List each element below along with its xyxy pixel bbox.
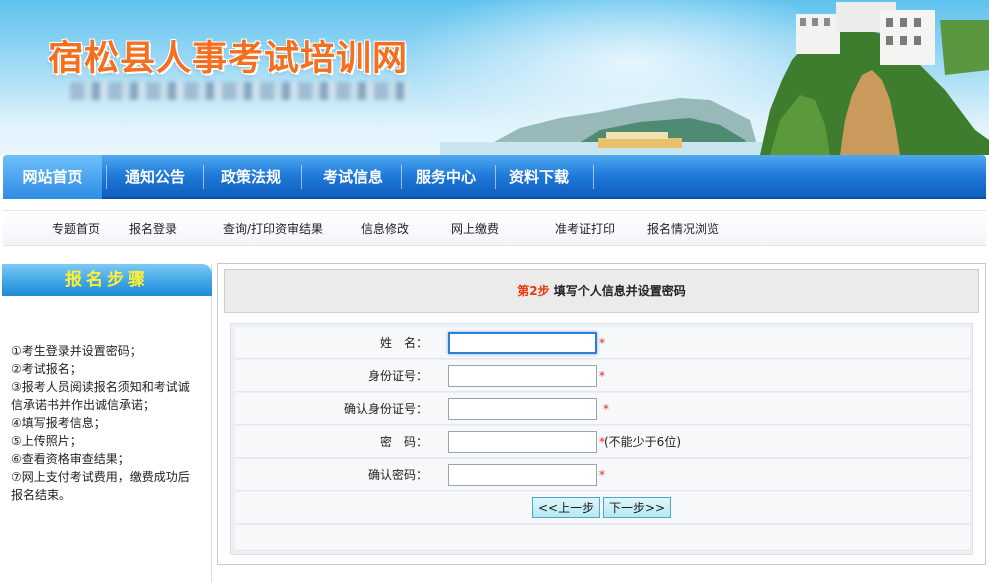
site-banner: 宿松县人事考试培训网 xyxy=(0,0,989,155)
sub-navigation-bar: 专题首页 报名登录 查询/打印资审结果 信息修改 网上缴费 准考证打印 报名情况… xyxy=(3,210,986,246)
name-input[interactable] xyxy=(448,332,597,354)
sub-nav-edit-info[interactable]: 信息修改 xyxy=(361,211,409,247)
sub-nav-query-print-results[interactable]: 查询/打印资审结果 xyxy=(223,211,323,247)
sub-nav-topic-home[interactable]: 专题首页 xyxy=(52,211,100,247)
main-navigation-bar: 网站首页 通知公告 政策法规 考试信息 服务中心 资料下载 xyxy=(3,155,986,199)
form-row-confirm-id-number: 确认身份证号： * xyxy=(235,393,970,425)
step-line: ⑦网上支付考试费用，缴费成功后 xyxy=(11,470,190,484)
required-mark: * xyxy=(599,336,605,350)
form-row-name: 姓 名： * xyxy=(235,327,970,359)
id-number-input[interactable] xyxy=(448,365,597,387)
form-table: 姓 名： * 身份证号： * 确认身份证号： * 密 码： * (不能少于6位)… xyxy=(230,323,973,555)
required-mark: * xyxy=(599,369,605,383)
step-line: ①考生登录并设置密码； xyxy=(11,344,142,358)
step-line: ③报考人员阅读报名须知和考试诚 xyxy=(11,380,190,394)
name-label: 姓 名： xyxy=(379,336,428,350)
nav-item-policies[interactable]: 政策法规 xyxy=(207,155,295,199)
step-line: ⑤上传照片； xyxy=(11,434,82,448)
confirm-id-number-input[interactable] xyxy=(448,398,597,420)
registration-steps-panel: 报名步骤 ①考生登录并设置密码； ②考试报名； ③报考人员阅读报名须知和考试诚 … xyxy=(2,264,212,582)
step-line: 报名结束。 xyxy=(11,488,72,502)
nav-item-home[interactable]: 网站首页 xyxy=(3,155,102,199)
registration-form-panel: 第2步 填写个人信息并设置密码 姓 名： * 身份证号： * 确认身份证号： *… xyxy=(217,263,986,565)
form-step-header: 第2步 填写个人信息并设置密码 xyxy=(224,269,979,313)
nav-separator xyxy=(203,165,204,189)
nav-separator xyxy=(301,165,302,189)
nav-separator xyxy=(593,165,594,189)
step-line: 信承诺书并作出诚信承诺； xyxy=(11,398,156,412)
nav-separator xyxy=(106,165,107,189)
step-number: 第2步 xyxy=(517,284,550,298)
sub-nav-online-payment[interactable]: 网上缴费 xyxy=(451,211,499,247)
sub-nav-admission-ticket-print[interactable]: 准考证打印 xyxy=(555,211,615,247)
next-step-button[interactable]: 下一步>> xyxy=(603,497,672,518)
form-row-confirm-password: 确认密码： * xyxy=(235,459,970,491)
step-line: ⑥查看资格审查结果； xyxy=(11,452,130,466)
confirm-password-input[interactable] xyxy=(448,464,597,486)
form-row-id-number: 身份证号： * xyxy=(235,360,970,392)
sub-nav-registration-status[interactable]: 报名情况浏览 xyxy=(647,211,719,247)
confirm-password-label: 确认密码： xyxy=(367,468,428,482)
site-title: 宿松县人事考试培训网 xyxy=(48,38,409,79)
step-line: ④填写报考信息； xyxy=(11,416,106,430)
form-row-empty xyxy=(235,525,970,551)
step-line: ②考试报名； xyxy=(11,362,82,376)
nav-item-exam-info[interactable]: 考试信息 xyxy=(309,155,397,199)
id-number-label: 身份证号： xyxy=(367,369,428,383)
nav-item-downloads[interactable]: 资料下载 xyxy=(495,155,583,199)
required-mark: * xyxy=(599,468,605,482)
nav-item-service-center[interactable]: 服务中心 xyxy=(402,155,490,199)
password-input[interactable] xyxy=(448,431,597,453)
blurred-subtitle-graphic xyxy=(70,82,410,100)
form-row-password: 密 码： * (不能少于6位) xyxy=(235,426,970,458)
sub-nav-registration-login[interactable]: 报名登录 xyxy=(129,211,177,247)
password-length-hint: (不能少于6位) xyxy=(604,435,681,449)
confirm-id-number-label: 确认身份证号： xyxy=(343,402,428,416)
password-label: 密 码： xyxy=(379,435,428,449)
previous-step-button[interactable]: <<上一步 xyxy=(532,497,601,518)
nav-item-notices[interactable]: 通知公告 xyxy=(111,155,199,199)
steps-panel-title: 报名步骤 xyxy=(65,270,149,290)
required-mark: * xyxy=(603,402,609,416)
step-title: 填写个人信息并设置密码 xyxy=(553,284,686,298)
steps-list: ①考生登录并设置密码； ②考试报名； ③报考人员阅读报名须知和考试诚 信承诺书并… xyxy=(11,342,201,504)
